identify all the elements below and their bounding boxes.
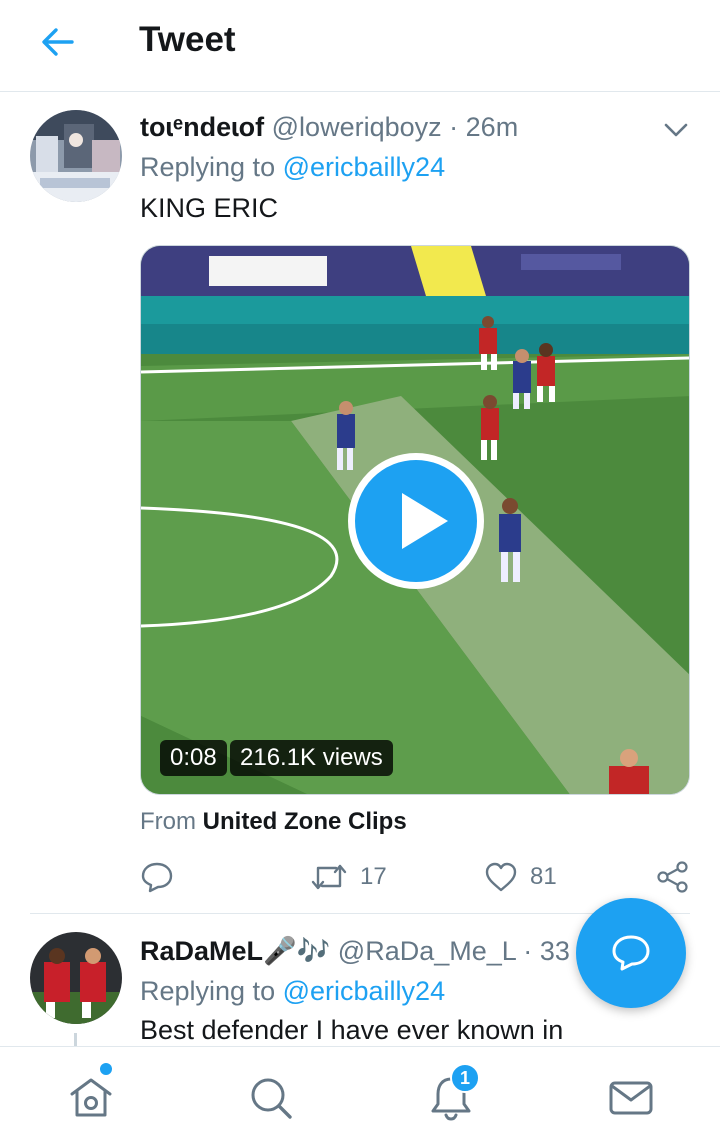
search-icon[interactable] [246, 1073, 296, 1123]
play-icon [402, 493, 448, 549]
heart-icon [485, 862, 517, 892]
replying-to-link[interactable]: @ericbailly24 [283, 976, 445, 1006]
replying-label: Replying to [140, 152, 276, 182]
bottom-nav [0, 1046, 720, 1138]
reply-text: Best defender I have ever known in [140, 1015, 564, 1045]
like-button[interactable]: 81 [484, 852, 557, 902]
video-views: 216.1K views [230, 740, 393, 776]
home-unread-dot [100, 1063, 112, 1075]
replying-label: Replying to [140, 976, 276, 1006]
reply-author-avatar[interactable] [30, 932, 122, 1024]
tweet-actions: 17 81 [0, 852, 720, 902]
chevron-down-icon[interactable] [662, 118, 690, 142]
tweet-text: KING ERIC [140, 193, 279, 223]
retweet-icon [311, 864, 347, 890]
from-label: From [140, 808, 196, 835]
compose-reply-button[interactable] [576, 898, 686, 1008]
reply-icon [141, 862, 173, 893]
arrow-left-icon[interactable] [38, 24, 78, 60]
reply-author-name[interactable]: RaDaMeL🎤🎶 [140, 936, 330, 966]
reply-button[interactable] [140, 852, 174, 902]
replying-to: Replying to @ericbailly24 [140, 152, 445, 183]
tweet-time: 26m [465, 112, 519, 142]
source-link[interactable]: United Zone Clips [203, 808, 407, 835]
reply-time: 33 [539, 936, 570, 966]
retweet-count: 17 [360, 863, 387, 890]
share-button[interactable] [656, 852, 690, 902]
author-name[interactable]: toɩᵉndeɩof [140, 112, 264, 142]
thread-line [74, 1033, 77, 1047]
reply-author-handle[interactable]: @RaDa_Me_L [338, 936, 516, 966]
reply-bubble-icon [612, 935, 650, 971]
like-count: 81 [530, 863, 557, 890]
play-button[interactable] [348, 453, 484, 589]
notification-badge: 1 [450, 1063, 480, 1093]
separator-dot: · [449, 112, 459, 142]
reply-header: RaDaMeL🎤🎶 @RaDa_Me_L · 33 [140, 935, 570, 967]
share-icon [657, 861, 688, 893]
replying-to-link[interactable]: @ericbailly24 [283, 152, 445, 182]
media-source: From United Zone Clips [140, 808, 407, 836]
home-icon[interactable] [66, 1073, 116, 1123]
top-bar: Tweet [0, 0, 720, 92]
video-player[interactable]: 0:08 216.1K views [140, 245, 690, 795]
page-title: Tweet [139, 20, 236, 59]
retweet-button[interactable]: 17 [310, 852, 387, 902]
video-duration: 0:08 [160, 740, 227, 776]
tweet-header: toɩᵉndeɩof @loweriqboyz · 26m [140, 112, 518, 143]
author-handle[interactable]: @loweriqboyz [272, 112, 442, 142]
separator-dot: · [523, 936, 533, 966]
reply-replying-to: Replying to @ericbailly24 [140, 976, 445, 1007]
author-avatar[interactable] [30, 110, 122, 202]
messages-icon[interactable] [606, 1073, 656, 1123]
